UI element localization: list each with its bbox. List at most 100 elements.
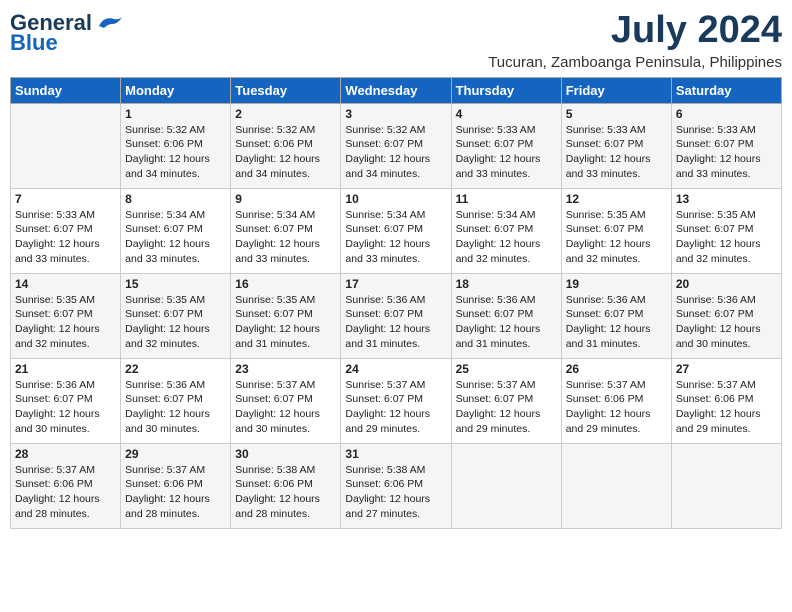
calendar-cell: 26 Sunrise: 5:37 AMSunset: 6:06 PMDayligh… [561, 358, 671, 443]
header-day-thursday: Thursday [451, 77, 561, 103]
day-info: Sunrise: 5:36 AMSunset: 6:07 PMDaylight:… [345, 293, 446, 352]
calendar-cell: 2 Sunrise: 5:32 AMSunset: 6:06 PMDaylight… [231, 103, 341, 188]
day-number: 25 [456, 362, 557, 376]
calendar-cell: 9Sunrise: 5:34 AMSunset: 6:07 PMDaylight… [231, 188, 341, 273]
header-row: SundayMondayTuesdayWednesdayThursdayFrid… [11, 77, 782, 103]
calendar-cell [451, 443, 561, 528]
calendar-cell [561, 443, 671, 528]
calendar-cell: 15Sunrise: 5:35 AMSunset: 6:07 PMDayligh… [121, 273, 231, 358]
day-number: 1 [125, 107, 226, 121]
week-row-4: 21 Sunrise: 5:36 AMSunset: 6:07 PMDayligh… [11, 358, 782, 443]
day-info: Sunrise: 5:37 AMSunset: 6:06 PMDaylight:… [15, 463, 116, 522]
week-row-1: 1 Sunrise: 5:32 AMSunset: 6:06 PMDaylight… [11, 103, 782, 188]
day-number: 4 [456, 107, 557, 121]
day-info: Sunrise: 5:34 AMSunset: 6:07 PMDaylight:… [456, 208, 557, 267]
calendar-cell: 13 Sunrise: 5:35 AMSunset: 6:07 PMDayligh… [671, 188, 781, 273]
calendar-cell: 31Sunrise: 5:38 AMSunset: 6:06 PMDayligh… [341, 443, 451, 528]
day-number: 10 [345, 192, 446, 206]
header-day-monday: Monday [121, 77, 231, 103]
calendar-cell: 12 Sunrise: 5:35 AMSunset: 6:07 PMDayligh… [561, 188, 671, 273]
calendar-cell: 5 Sunrise: 5:33 AMSunset: 6:07 PMDaylight… [561, 103, 671, 188]
day-number: 13 [676, 192, 777, 206]
day-info: Sunrise: 5:36 AMSunset: 6:07 PMDaylight:… [676, 293, 777, 352]
day-info: Sunrise: 5:34 AMSunset: 6:07 PMDaylight:… [235, 208, 336, 267]
calendar-cell: 23 Sunrise: 5:37 AMSunset: 6:07 PMDayligh… [231, 358, 341, 443]
day-number: 20 [676, 277, 777, 291]
calendar-cell: 18 Sunrise: 5:36 AMSunset: 6:07 PMDayligh… [451, 273, 561, 358]
title-area: July 2024 Tucuran, Zamboanga Peninsula, … [488, 10, 782, 71]
day-info: Sunrise: 5:32 AMSunset: 6:07 PMDaylight:… [345, 123, 446, 182]
day-number: 22 [125, 362, 226, 376]
day-number: 23 [235, 362, 336, 376]
day-info: Sunrise: 5:37 AMSunset: 6:06 PMDaylight:… [125, 463, 226, 522]
calendar-cell: 22 Sunrise: 5:36 AMSunset: 6:07 PMDayligh… [121, 358, 231, 443]
location-subtitle: Tucuran, Zamboanga Peninsula, Philippine… [488, 54, 782, 71]
day-number: 2 [235, 107, 336, 121]
calendar-cell: 28 Sunrise: 5:37 AMSunset: 6:06 PMDayligh… [11, 443, 121, 528]
day-info: Sunrise: 5:37 AMSunset: 6:06 PMDaylight:… [566, 378, 667, 437]
calendar-cell: 3 Sunrise: 5:32 AMSunset: 6:07 PMDaylight… [341, 103, 451, 188]
day-info: Sunrise: 5:35 AMSunset: 6:07 PMDaylight:… [676, 208, 777, 267]
calendar-cell [11, 103, 121, 188]
week-row-2: 7Sunrise: 5:33 AMSunset: 6:07 PMDaylight… [11, 188, 782, 273]
logo-blue-text: Blue [10, 30, 58, 56]
header-day-saturday: Saturday [671, 77, 781, 103]
day-info: Sunrise: 5:33 AMSunset: 6:07 PMDaylight:… [676, 123, 777, 182]
calendar-cell: 20 Sunrise: 5:36 AMSunset: 6:07 PMDayligh… [671, 273, 781, 358]
day-number: 16 [235, 277, 336, 291]
header-day-sunday: Sunday [11, 77, 121, 103]
day-info: Sunrise: 5:35 AMSunset: 6:07 PMDaylight:… [125, 293, 226, 352]
day-info: Sunrise: 5:37 AMSunset: 6:06 PMDaylight:… [676, 378, 777, 437]
day-number: 11 [456, 192, 557, 206]
day-number: 3 [345, 107, 446, 121]
calendar-cell: 19Sunrise: 5:36 AMSunset: 6:07 PMDayligh… [561, 273, 671, 358]
week-row-5: 28 Sunrise: 5:37 AMSunset: 6:06 PMDayligh… [11, 443, 782, 528]
month-year-title: July 2024 [488, 10, 782, 52]
day-number: 5 [566, 107, 667, 121]
calendar-cell: 7Sunrise: 5:33 AMSunset: 6:07 PMDaylight… [11, 188, 121, 273]
calendar-table: SundayMondayTuesdayWednesdayThursdayFrid… [10, 77, 782, 529]
calendar-cell: 6 Sunrise: 5:33 AMSunset: 6:07 PMDaylight… [671, 103, 781, 188]
day-info: Sunrise: 5:37 AMSunset: 6:07 PMDaylight:… [456, 378, 557, 437]
day-number: 12 [566, 192, 667, 206]
calendar-cell: 30 Sunrise: 5:38 AMSunset: 6:06 PMDayligh… [231, 443, 341, 528]
calendar-cell: 1 Sunrise: 5:32 AMSunset: 6:06 PMDaylight… [121, 103, 231, 188]
calendar-cell: 11 Sunrise: 5:34 AMSunset: 6:07 PMDayligh… [451, 188, 561, 273]
day-info: Sunrise: 5:34 AMSunset: 6:07 PMDaylight:… [125, 208, 226, 267]
day-number: 28 [15, 447, 116, 461]
day-info: Sunrise: 5:38 AMSunset: 6:06 PMDaylight:… [345, 463, 446, 522]
day-info: Sunrise: 5:36 AMSunset: 6:07 PMDaylight:… [125, 378, 226, 437]
day-info: Sunrise: 5:38 AMSunset: 6:06 PMDaylight:… [235, 463, 336, 522]
calendar-cell: 16 Sunrise: 5:35 AMSunset: 6:07 PMDayligh… [231, 273, 341, 358]
day-number: 6 [676, 107, 777, 121]
day-info: Sunrise: 5:35 AMSunset: 6:07 PMDaylight:… [15, 293, 116, 352]
day-number: 21 [15, 362, 116, 376]
day-info: Sunrise: 5:35 AMSunset: 6:07 PMDaylight:… [235, 293, 336, 352]
day-info: Sunrise: 5:32 AMSunset: 6:06 PMDaylight:… [235, 123, 336, 182]
header-day-friday: Friday [561, 77, 671, 103]
calendar-cell: 10Sunrise: 5:34 AMSunset: 6:07 PMDayligh… [341, 188, 451, 273]
day-number: 8 [125, 192, 226, 206]
day-info: Sunrise: 5:37 AMSunset: 6:07 PMDaylight:… [345, 378, 446, 437]
day-info: Sunrise: 5:36 AMSunset: 6:07 PMDaylight:… [566, 293, 667, 352]
calendar-cell: 14Sunrise: 5:35 AMSunset: 6:07 PMDayligh… [11, 273, 121, 358]
calendar-header: SundayMondayTuesdayWednesdayThursdayFrid… [11, 77, 782, 103]
calendar-cell: 8 Sunrise: 5:34 AMSunset: 6:07 PMDaylight… [121, 188, 231, 273]
day-number: 30 [235, 447, 336, 461]
day-number: 18 [456, 277, 557, 291]
calendar-cell: 29 Sunrise: 5:37 AMSunset: 6:06 PMDayligh… [121, 443, 231, 528]
day-number: 24 [345, 362, 446, 376]
day-info: Sunrise: 5:33 AMSunset: 6:07 PMDaylight:… [15, 208, 116, 267]
day-info: Sunrise: 5:32 AMSunset: 6:06 PMDaylight:… [125, 123, 226, 182]
day-number: 26 [566, 362, 667, 376]
calendar-cell: 27Sunrise: 5:37 AMSunset: 6:06 PMDayligh… [671, 358, 781, 443]
day-info: Sunrise: 5:36 AMSunset: 6:07 PMDaylight:… [456, 293, 557, 352]
day-info: Sunrise: 5:33 AMSunset: 6:07 PMDaylight:… [456, 123, 557, 182]
day-info: Sunrise: 5:35 AMSunset: 6:07 PMDaylight:… [566, 208, 667, 267]
calendar-body: 1 Sunrise: 5:32 AMSunset: 6:06 PMDaylight… [11, 103, 782, 528]
day-number: 29 [125, 447, 226, 461]
calendar-cell: 24 Sunrise: 5:37 AMSunset: 6:07 PMDayligh… [341, 358, 451, 443]
week-row-3: 14Sunrise: 5:35 AMSunset: 6:07 PMDayligh… [11, 273, 782, 358]
day-info: Sunrise: 5:37 AMSunset: 6:07 PMDaylight:… [235, 378, 336, 437]
day-info: Sunrise: 5:33 AMSunset: 6:07 PMDaylight:… [566, 123, 667, 182]
